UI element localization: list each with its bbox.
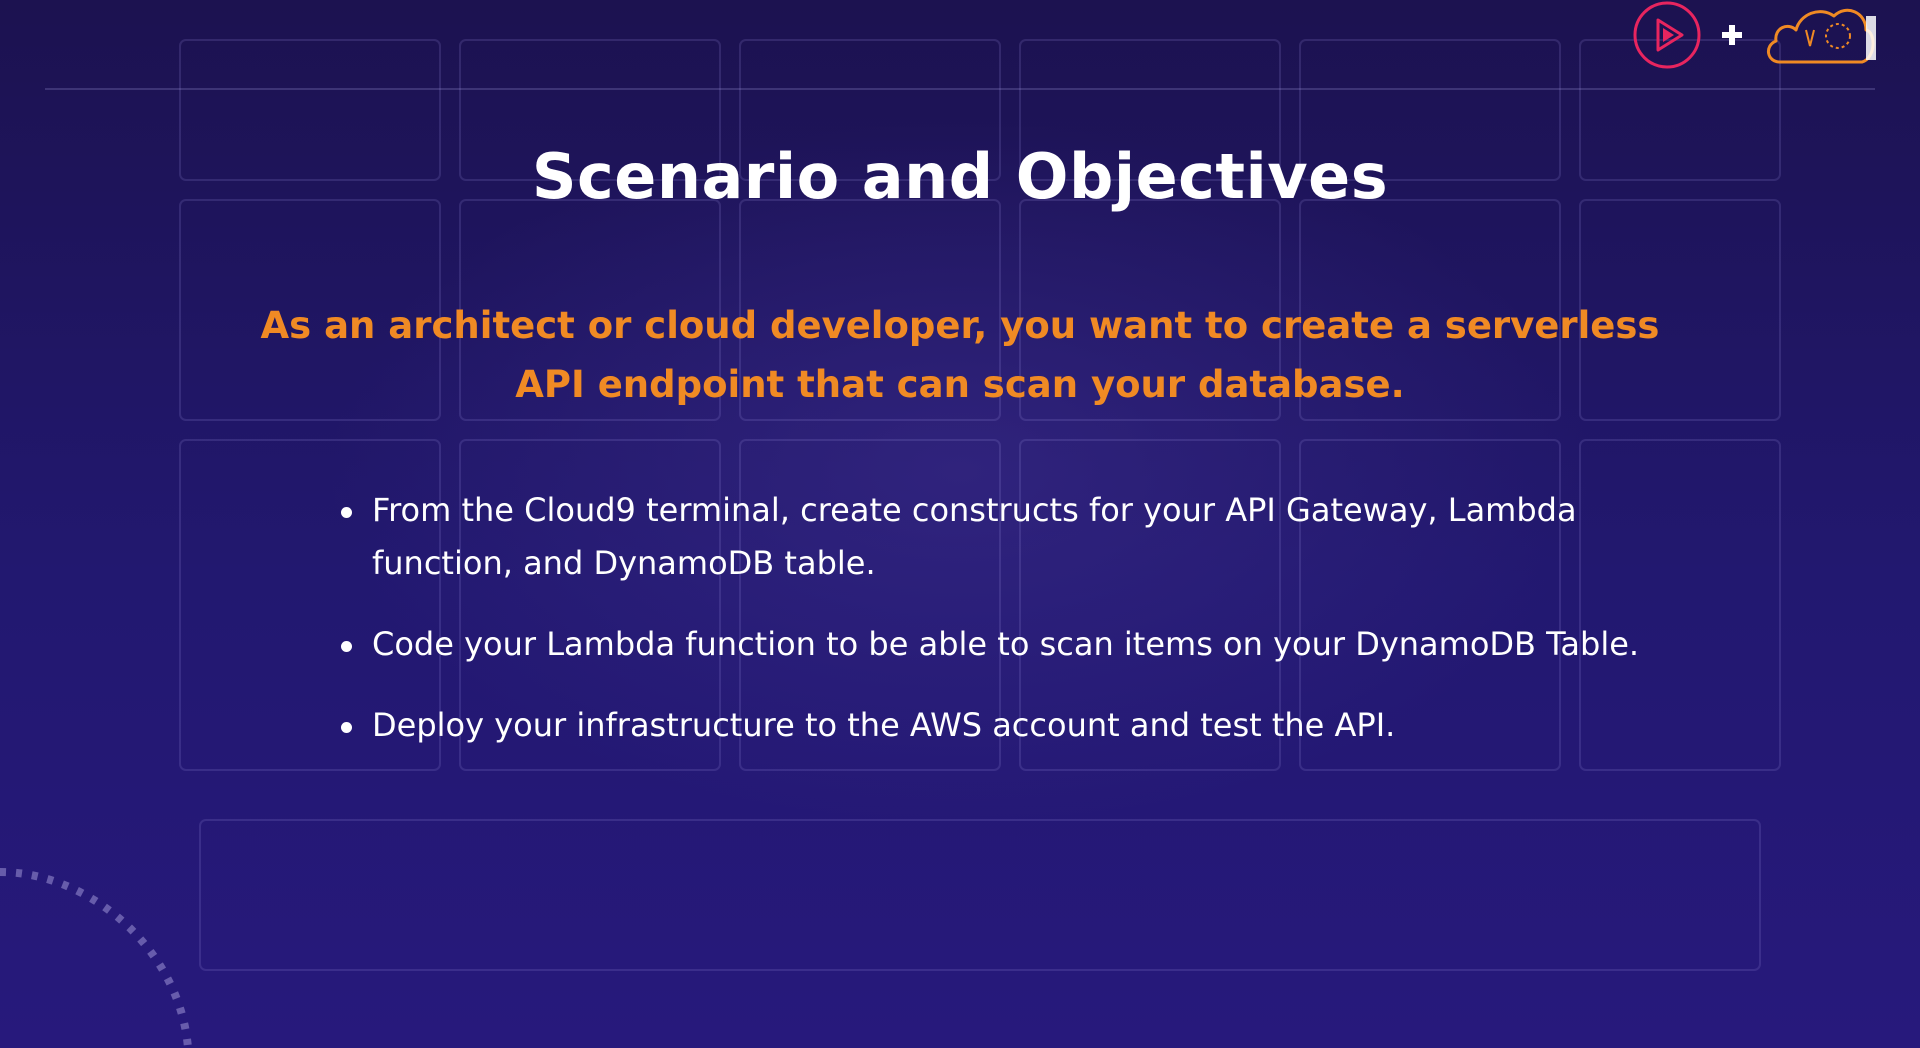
brand-logos <box>1632 0 1880 70</box>
list-item: From the Cloud9 terminal, create constru… <box>335 484 1665 590</box>
bullet-icon <box>341 641 352 652</box>
scenario-statement: As an architect or cloud developer, you … <box>260 304 1660 406</box>
objective-text: Code your Lambda function to be able to … <box>372 625 1640 663</box>
bullet-icon <box>341 722 352 733</box>
slide-title: Scenario and Objectives <box>531 140 1389 213</box>
header-divider <box>45 88 1875 90</box>
objectives-list: From the Cloud9 terminal, create constru… <box>335 484 1665 780</box>
cloud-logo-icon <box>1767 8 1876 64</box>
decorative-dotted-arc <box>0 868 192 1048</box>
play-logo-icon <box>1633 1 1701 69</box>
objective-text: Deploy your infrastructure to the AWS ac… <box>372 706 1396 744</box>
list-item: Code your Lambda function to be able to … <box>335 618 1665 671</box>
bullet-icon <box>341 507 352 518</box>
objective-text: From the Cloud9 terminal, create constru… <box>372 491 1577 582</box>
plus-icon <box>1722 25 1742 45</box>
list-item: Deploy your infrastructure to the AWS ac… <box>335 699 1665 752</box>
